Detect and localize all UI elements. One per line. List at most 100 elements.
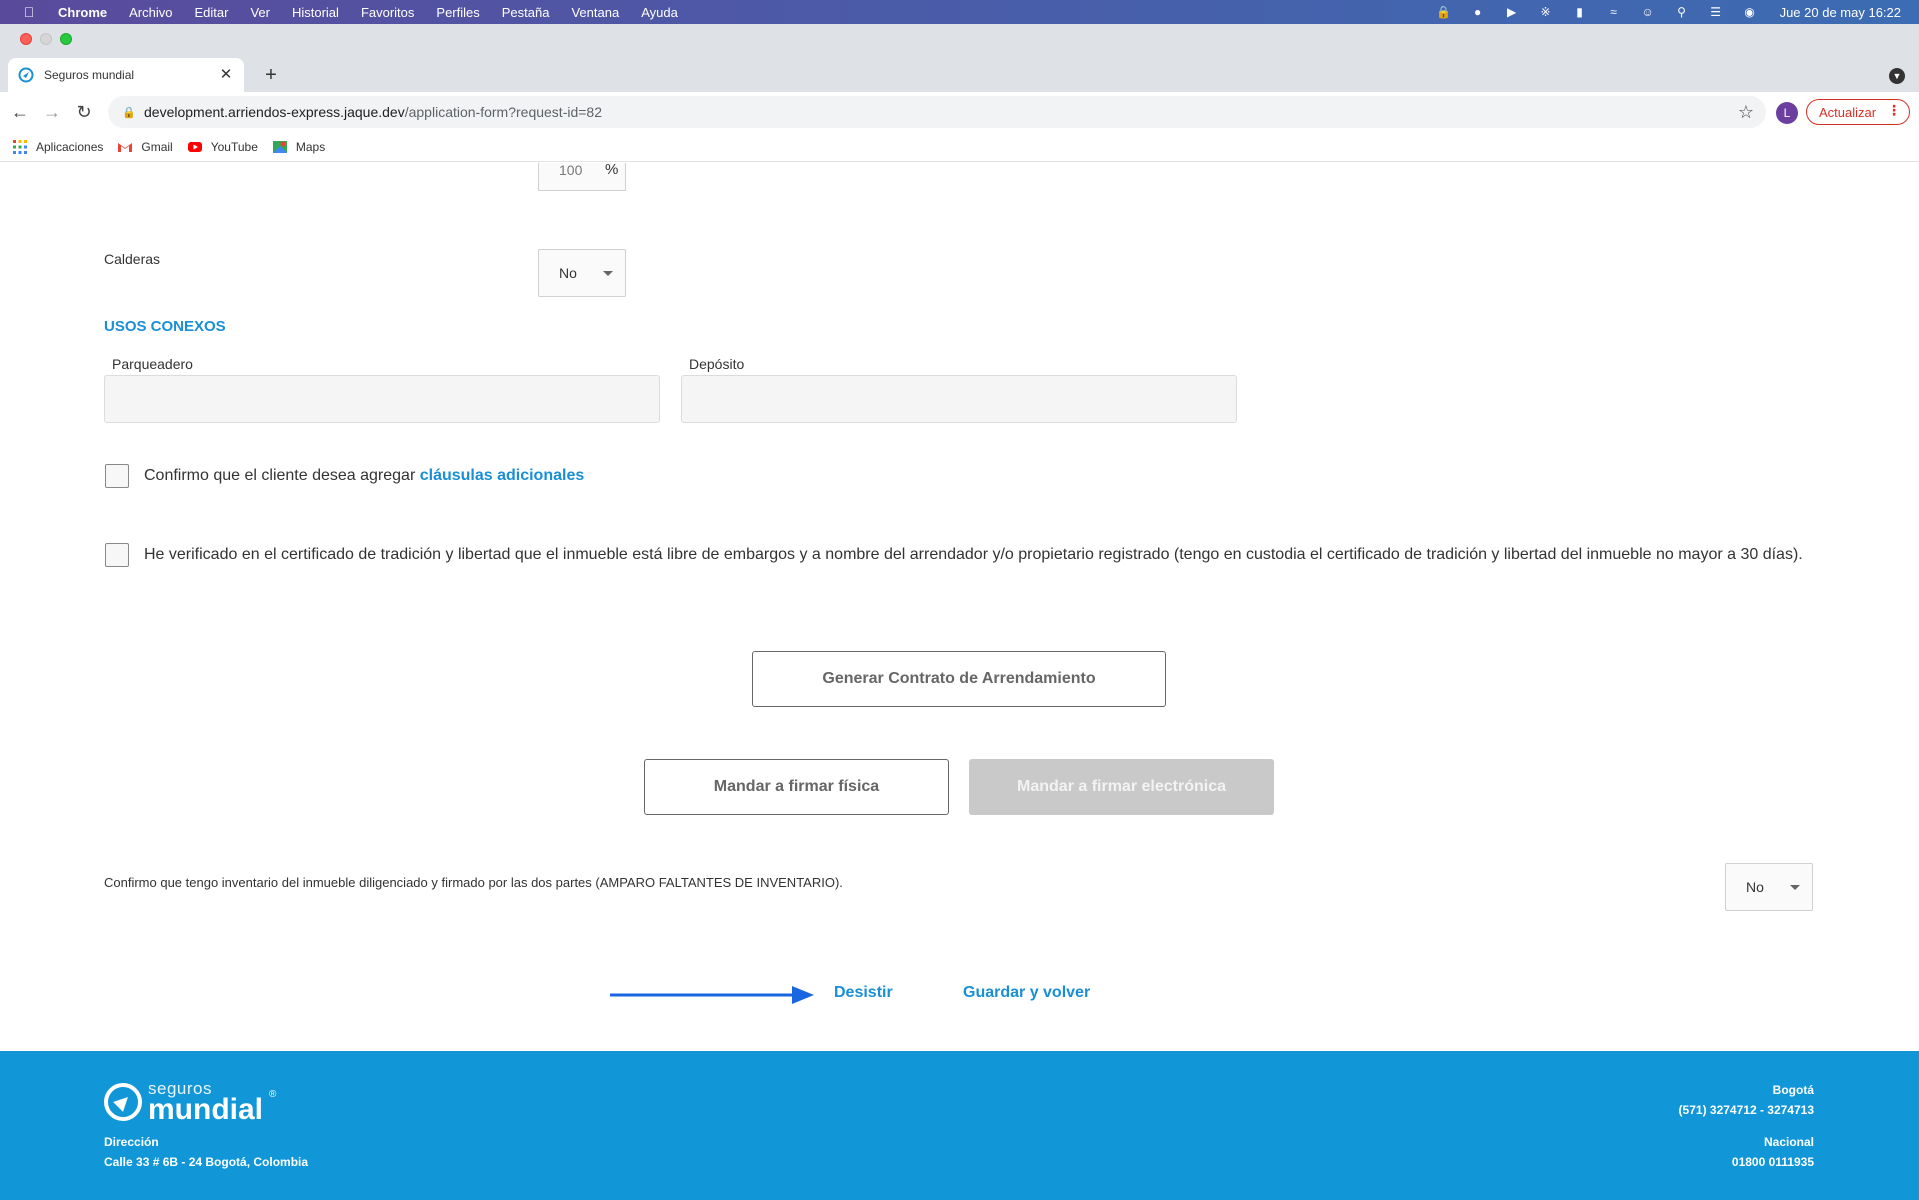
calderas-label: Calderas — [104, 251, 161, 267]
update-label: Actualizar — [1819, 104, 1877, 120]
address-label: Dirección — [104, 1135, 159, 1149]
deposito-input[interactable] — [681, 375, 1237, 423]
tab-search-icon[interactable]: ▼ — [1889, 68, 1905, 84]
back-arrow-icon[interactable]: ← — [10, 102, 30, 122]
menu-favoritos[interactable]: Favoritos — [361, 5, 414, 20]
sign-physical-button[interactable]: Mandar a firmar física — [644, 759, 949, 815]
menu-app-name[interactable]: Chrome — [58, 5, 107, 20]
additional-clauses-text: Confirmo que el cliente desea agregar cl… — [144, 464, 584, 488]
bookmark-maps[interactable]: Maps — [272, 139, 325, 155]
spotlight-search-icon[interactable]: ⚲ — [1674, 5, 1690, 19]
bookmark-gmail[interactable]: Gmail — [117, 139, 173, 155]
profile-avatar[interactable]: L — [1776, 102, 1798, 124]
additional-clauses-link[interactable]: cláusulas adicionales — [420, 467, 585, 484]
menu-clock[interactable]: Jue 20 de may 16:22 — [1780, 5, 1901, 20]
control-center-icon[interactable]: ☰ — [1708, 5, 1724, 19]
logo-circle-icon — [104, 1083, 142, 1121]
page-footer: seguros mundial ® Dirección Calle 33 # 6… — [0, 1051, 1919, 1200]
menu-pestana[interactable]: Pestaña — [502, 5, 550, 20]
bookmark-youtube[interactable]: YouTube — [187, 139, 258, 155]
usos-conexos-title: USOS CONEXOS — [104, 318, 226, 335]
bogota-label: Bogotá — [1772, 1083, 1814, 1097]
gmail-icon — [118, 142, 133, 152]
annotation-arrow-icon — [610, 986, 814, 1004]
bookmark-label: Gmail — [141, 139, 173, 154]
youtube-icon — [187, 141, 202, 152]
wifi-icon[interactable]: ≈ — [1606, 5, 1622, 19]
menu-archivo[interactable]: Archivo — [129, 5, 172, 20]
inventory-selected-value: No — [1746, 879, 1764, 895]
bogota-phone: (571) 3274712 - 3274713 — [1678, 1103, 1814, 1117]
seguros-mundial-logo[interactable]: seguros mundial ® — [104, 1079, 304, 1126]
apple-icon[interactable]:  — [20, 3, 38, 21]
maximize-window-button[interactable] — [60, 33, 72, 45]
more-menu-icon[interactable]: ⋮ — [1887, 102, 1901, 119]
maps-icon — [272, 140, 287, 153]
url-host: development.arriendos-express.jaque.dev — [144, 104, 405, 120]
browser-tab[interactable]: Seguros mundial ✕ — [8, 58, 244, 92]
national-phone: 01800 0111935 — [1731, 1155, 1814, 1169]
user-icon[interactable]: ☺ — [1640, 5, 1656, 19]
bookmark-star-icon[interactable]: ☆ — [1738, 102, 1754, 123]
status-area: 🔒 ● ▶ ※ ▮ ≈ ☺ ⚲ ☰ ◉ Jue 20 de may 16:22 — [1436, 0, 1901, 24]
logo-registered-mark: ® — [269, 1089, 277, 1100]
sign-electronic-button[interactable]: Mandar a firmar electrónica — [969, 759, 1274, 815]
parqueadero-input[interactable] — [104, 375, 660, 423]
bookmark-label: YouTube — [210, 139, 258, 154]
menu-historial[interactable]: Historial — [292, 5, 339, 20]
certificate-verified-checkbox[interactable] — [105, 543, 129, 567]
logo-brand-main: mundial — [148, 1093, 264, 1126]
new-tab-button[interactable]: + — [260, 64, 282, 86]
do-not-disturb-icon[interactable]: ● — [1470, 5, 1486, 19]
bookmark-aplicaciones[interactable]: Aplicaciones — [12, 139, 103, 155]
inventory-select[interactable]: No — [1725, 863, 1813, 911]
reload-icon[interactable]: ↻ — [74, 102, 94, 122]
siri-icon[interactable]: ◉ — [1742, 5, 1758, 19]
url-path: /application-form?request-id=82 — [404, 104, 602, 120]
close-window-button[interactable] — [20, 33, 32, 45]
address-bar[interactable]: 🔒 development.arriendos-express.jaque.de… — [108, 96, 1766, 128]
save-and-return-link[interactable]: Guardar y volver — [963, 984, 1090, 1002]
bookmark-label: Aplicaciones — [36, 139, 104, 154]
bluetooth-icon[interactable]: ※ — [1538, 5, 1554, 19]
bookmark-label: Maps — [295, 139, 326, 154]
parqueadero-label: Parqueadero — [112, 356, 193, 372]
seguros-mundial-favicon-icon — [18, 67, 34, 83]
menu-ventana[interactable]: Ventana — [571, 5, 619, 20]
lock-icon[interactable]: 🔒 — [1436, 5, 1452, 19]
tab-strip: Seguros mundial ✕ + ▼ — [0, 52, 1919, 92]
desist-link[interactable]: Desistir — [834, 984, 893, 1002]
bookmarks-bar: Aplicaciones Gmail YouTube Maps — [0, 132, 1919, 162]
calderas-select[interactable]: No — [538, 249, 626, 297]
percent-unit: % — [605, 163, 619, 178]
chevron-down-icon — [1790, 885, 1800, 890]
macos-menu-bar:  Chrome Archivo Editar Ver Historial Fa… — [0, 0, 1919, 24]
additional-clauses-label: Confirmo que el cliente desea agregar — [144, 467, 420, 484]
menu-ver[interactable]: Ver — [250, 5, 270, 20]
calderas-selected-value: No — [559, 265, 577, 281]
apps-grid-icon — [13, 139, 27, 154]
menu-editar[interactable]: Editar — [194, 5, 228, 20]
window-titlebar — [0, 24, 1919, 52]
application-form: 100 % Calderas No USOS CONEXOS Parqueade… — [0, 163, 1919, 1051]
menu-perfiles[interactable]: Perfiles — [436, 5, 479, 20]
close-tab-icon[interactable]: ✕ — [218, 67, 234, 83]
inventory-confirm-text: Confirmo que tengo inventario del inmueb… — [104, 875, 843, 890]
minimize-window-button[interactable] — [40, 33, 52, 45]
national-label: Nacional — [1763, 1135, 1814, 1149]
menu-ayuda[interactable]: Ayuda — [641, 5, 678, 20]
deposito-label: Depósito — [689, 356, 745, 372]
tab-title: Seguros mundial — [44, 68, 135, 82]
browser-toolbar: ← → ↻ 🔒 development.arriendos-express.ja… — [0, 92, 1919, 132]
percent-input[interactable]: 100 % — [538, 163, 626, 191]
secure-lock-icon[interactable]: 🔒 — [122, 105, 136, 119]
play-icon[interactable]: ▶ — [1504, 5, 1520, 19]
update-chrome-button[interactable]: Actualizar ⋮ — [1806, 99, 1910, 125]
certificate-verified-text: He verificado en el certificado de tradi… — [144, 546, 1803, 563]
generate-contract-button[interactable]: Generar Contrato de Arrendamiento — [752, 651, 1166, 707]
forward-arrow-icon[interactable]: → — [42, 102, 62, 122]
address-value: Calle 33 # 6B - 24 Bogotá, Colombia — [104, 1155, 309, 1169]
battery-icon[interactable]: ▮ — [1572, 5, 1588, 19]
additional-clauses-checkbox[interactable] — [105, 464, 129, 488]
chevron-down-icon — [603, 271, 613, 276]
